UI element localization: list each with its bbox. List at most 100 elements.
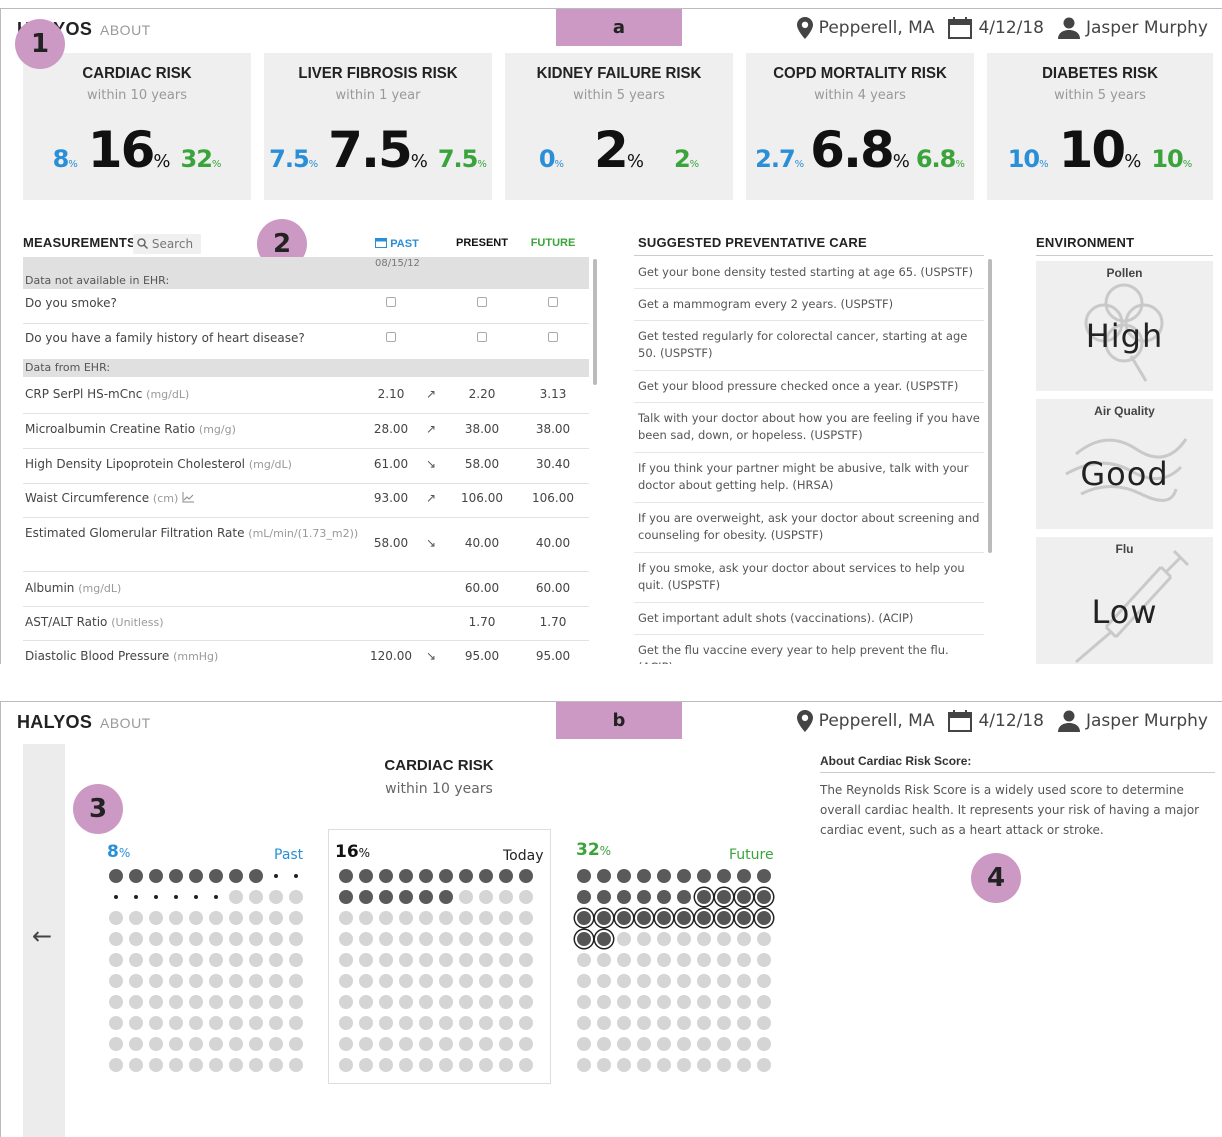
person-dot <box>597 890 611 904</box>
person-dot <box>637 1016 651 1030</box>
person-dot <box>169 974 183 988</box>
person-dot <box>229 1016 243 1030</box>
calendar-icon <box>948 17 973 39</box>
person-dot <box>419 974 433 988</box>
risk-past: 10% <box>1007 145 1049 173</box>
person-dot <box>209 1037 223 1051</box>
measurement-row[interactable]: Estimated Glomerular Filtration Rate (mL… <box>23 526 589 566</box>
person-dot <box>289 1037 303 1051</box>
person-dot <box>249 869 263 883</box>
checkbox-past[interactable] <box>361 331 421 345</box>
callout-1: 1 <box>15 19 65 69</box>
person-dot <box>229 890 243 904</box>
person-dot <box>189 1058 203 1072</box>
checkbox-past[interactable] <box>361 296 421 310</box>
person-dot <box>459 911 473 925</box>
person-dot <box>499 911 513 925</box>
person-dot <box>359 932 373 946</box>
person-dot <box>109 1058 123 1072</box>
person-dot <box>109 1037 123 1051</box>
person-dot <box>359 1058 373 1072</box>
back-sidebar[interactable]: ← <box>23 744 65 1137</box>
person-dot <box>269 890 283 904</box>
person-dot <box>439 932 453 946</box>
checkbox-present[interactable] <box>452 331 512 345</box>
person-dot <box>697 869 711 883</box>
col-past[interactable]: PAST <box>367 237 427 250</box>
person-dot <box>677 995 691 1009</box>
person-dot <box>577 911 591 925</box>
brand-logo[interactable]: HALYOS <box>17 712 92 733</box>
person-dot <box>737 995 751 1009</box>
person-dot <box>269 974 283 988</box>
date-text: 4/12/18 <box>978 18 1044 38</box>
risk-future: 2% <box>673 145 700 173</box>
env-card-flu[interactable]: Flu Low <box>1036 537 1213 664</box>
search-input[interactable]: Search <box>133 234 201 254</box>
env-label: Air Quality <box>1094 404 1155 418</box>
measurements-scrollbar[interactable] <box>593 259 597 385</box>
icon-array-today <box>339 869 533 1072</box>
divider <box>23 483 589 484</box>
location[interactable]: Pepperell, MA <box>796 710 934 732</box>
env-label: Pollen <box>1106 266 1143 280</box>
person-dot <box>479 1058 493 1072</box>
panel-tag: b <box>556 702 682 739</box>
person-dot <box>269 1058 283 1072</box>
search-placeholder: Search <box>151 237 194 251</box>
checkbox-present[interactable] <box>452 296 512 310</box>
user[interactable]: Jasper Murphy <box>1058 17 1208 39</box>
person-dot <box>419 911 433 925</box>
past-date: 08/15/12 <box>375 258 420 269</box>
calendar-icon <box>948 710 973 732</box>
checkbox-future[interactable] <box>523 331 583 345</box>
col-present: PRESENT <box>456 237 508 249</box>
checkbox-future[interactable] <box>523 296 583 310</box>
person-dot <box>359 1016 373 1030</box>
location[interactable]: Pepperell, MA <box>796 17 934 39</box>
user-name: Jasper Murphy <box>1086 18 1208 38</box>
person-dot <box>637 1037 651 1051</box>
chart-icon[interactable] <box>182 492 195 503</box>
person-dot <box>577 869 591 883</box>
env-card-air-quality[interactable]: Air Quality Good <box>1036 399 1213 529</box>
person-dot <box>657 890 671 904</box>
about-link[interactable]: ABOUT <box>100 22 151 38</box>
care-item: Get your blood pressure checked once a y… <box>638 379 959 393</box>
care-scrollbar[interactable] <box>988 259 992 553</box>
about-link[interactable]: ABOUT <box>100 715 151 731</box>
risk-card-liver[interactable]: LIVER FIBROSIS RISK within 1 year 7.5% 7… <box>264 53 492 200</box>
person-dot <box>209 932 223 946</box>
person-dot <box>479 1037 493 1051</box>
risk-card-cardiac[interactable]: CARDIAC RISK within 10 years 8% 16% 32% <box>23 53 251 200</box>
person-dot <box>189 1037 203 1051</box>
person-dot <box>379 890 393 904</box>
person-dot <box>439 890 453 904</box>
person-dot <box>109 911 123 925</box>
risk-card-kidney[interactable]: KIDNEY FAILURE RISK within 5 years 0% 2%… <box>505 53 733 200</box>
env-card-pollen[interactable]: Pollen High <box>1036 261 1213 391</box>
date[interactable]: 4/12/18 <box>948 17 1044 39</box>
arrow-left-icon[interactable]: ← <box>32 922 52 950</box>
user[interactable]: Jasper Murphy <box>1058 710 1208 732</box>
person-dot <box>617 995 631 1009</box>
risk-window: within 4 years <box>814 88 906 103</box>
person-dot <box>209 890 223 904</box>
person-dot <box>169 1016 183 1030</box>
risk-card-diabetes[interactable]: DIABETES RISK within 5 years 10% 10% 10% <box>987 53 1213 200</box>
care-item: If you smoke, ask your doctor about serv… <box>638 561 965 592</box>
person-dot <box>597 1058 611 1072</box>
divider <box>634 452 984 453</box>
risk-card-copd[interactable]: COPD MORTALITY RISK within 4 years 2.7% … <box>746 53 974 200</box>
person-dot <box>209 974 223 988</box>
person-dot <box>617 890 631 904</box>
person-dot <box>189 911 203 925</box>
divider <box>634 602 984 603</box>
date[interactable]: 4/12/18 <box>948 710 1044 732</box>
person-dot <box>657 995 671 1009</box>
person-dot <box>379 1058 393 1072</box>
person-dot <box>577 1037 591 1051</box>
person-dot <box>149 911 163 925</box>
person-dot <box>269 953 283 967</box>
person-dot <box>637 911 651 925</box>
